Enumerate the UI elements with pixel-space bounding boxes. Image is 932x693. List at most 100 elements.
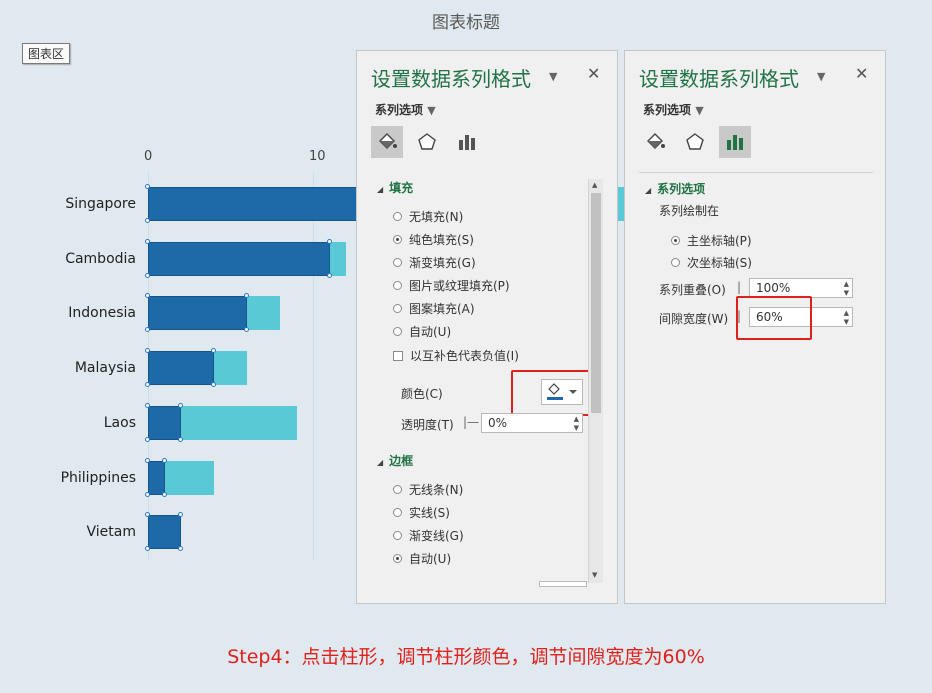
radio-label: 图案填充(A): [409, 302, 475, 316]
category-label: Philippines: [60, 469, 136, 486]
bar-primary[interactable]: [148, 351, 214, 386]
selection-handle[interactable]: [161, 491, 167, 497]
series-options-label: 系列选项: [375, 103, 424, 117]
radio-button[interactable]: [393, 531, 402, 540]
radio-button[interactable]: [393, 304, 402, 313]
radio-option[interactable]: 次坐标轴(S): [671, 254, 752, 271]
overlap-spinner[interactable]: 100% ▲ ▼: [749, 278, 853, 298]
selection-handle[interactable]: [145, 546, 150, 552]
selection-handle[interactable]: [145, 218, 150, 223]
radio-button[interactable]: [393, 508, 402, 517]
checkbox[interactable]: [393, 350, 403, 361]
radio-button[interactable]: [393, 554, 402, 563]
slider-icon[interactable]: |—: [463, 415, 479, 429]
scroll-up-icon[interactable]: ▲: [592, 181, 597, 189]
fill-line-tab[interactable]: [639, 126, 671, 158]
radio-option[interactable]: 主坐标轴(P): [671, 232, 752, 249]
transparency-spinner[interactable]: 0% ▲ ▼: [481, 413, 583, 433]
spinner-arrows-icon[interactable]: ▲ ▼: [844, 309, 849, 327]
radio-option[interactable]: 自动(U): [393, 323, 451, 340]
selection-handle[interactable]: [326, 238, 332, 244]
series-options-label: 系列选项: [643, 103, 692, 117]
selection-handle[interactable]: [211, 382, 216, 388]
fill-section-header[interactable]: ◢ 填充: [377, 179, 413, 196]
category-label: Laos: [103, 414, 136, 431]
category-label: Indonesia: [68, 305, 136, 322]
selection-handle[interactable]: [145, 491, 150, 497]
overlap-label: 系列重叠(O): [659, 283, 726, 297]
selection-handle[interactable]: [178, 402, 183, 408]
radio-button[interactable]: [393, 258, 402, 267]
radio-button[interactable]: [393, 212, 402, 221]
panel-menu-caret[interactable]: ▼: [817, 70, 825, 83]
selection-handle[interactable]: [145, 184, 150, 189]
radio-option[interactable]: 图案填充(A): [393, 300, 475, 317]
radio-button[interactable]: [393, 281, 402, 290]
category-label: Singapore: [65, 196, 136, 212]
scroll-down-icon[interactable]: ▼: [592, 571, 597, 579]
effects-tab[interactable]: [679, 126, 711, 158]
bar-primary[interactable]: [148, 241, 330, 276]
selection-handle[interactable]: [161, 457, 167, 463]
panel-scrollbar[interactable]: ▲ ▼: [588, 179, 603, 583]
radio-button[interactable]: [393, 485, 402, 494]
panel-title: 设置数据系列格式: [371, 67, 531, 91]
border-section-header[interactable]: ◢ 边框: [377, 452, 413, 469]
gridline: [313, 172, 314, 560]
radio-label: 实线(S): [409, 506, 450, 520]
slider-icon[interactable]: |: [737, 280, 741, 294]
spinner-arrows-icon[interactable]: ▲ ▼: [574, 415, 579, 433]
series-options-dropdown[interactable]: 系列选项 ▼: [643, 101, 704, 118]
bar-primary[interactable]: [148, 296, 247, 331]
selection-handle[interactable]: [145, 238, 150, 244]
selection-handle[interactable]: [178, 436, 183, 442]
radio-option[interactable]: 渐变填充(G): [393, 254, 476, 271]
selection-handle[interactable]: [326, 272, 332, 278]
series-options-dropdown[interactable]: 系列选项 ▼: [375, 101, 436, 118]
selection-handle[interactable]: [145, 436, 150, 442]
radio-label: 渐变填充(G): [409, 256, 476, 270]
radio-label: 自动(U): [409, 325, 452, 339]
radio-option[interactable]: 无填充(N): [393, 208, 463, 225]
panel-menu-caret[interactable]: ▼: [549, 70, 557, 83]
selection-handle[interactable]: [145, 457, 150, 463]
radio-label: 无线条(N): [409, 483, 464, 497]
radio-option[interactable]: 图片或纹理填充(P): [393, 277, 510, 294]
close-icon[interactable]: ✕: [587, 64, 600, 83]
selection-handle[interactable]: [145, 382, 150, 388]
series-options-tab[interactable]: [451, 126, 483, 158]
selection-handle[interactable]: [178, 546, 183, 552]
selection-handle[interactable]: [145, 272, 150, 278]
series-options-tab[interactable]: [719, 126, 751, 158]
invert-negative-checkbox[interactable]: 以互补色代表负值(I): [393, 347, 519, 364]
bar-chart-icon: [727, 135, 743, 150]
fill-line-tab[interactable]: [371, 126, 403, 158]
radio-option[interactable]: 纯色填充(S): [393, 231, 474, 248]
radio-option[interactable]: 自动(U): [393, 550, 451, 567]
radio-button[interactable]: [671, 258, 680, 267]
category-label: Cambodia: [65, 250, 136, 267]
plot-on-label: 系列绘制在: [659, 204, 720, 218]
x-tick-label: 10: [309, 149, 326, 164]
chart-title[interactable]: 图表标题: [0, 8, 932, 33]
selection-handle[interactable]: [145, 402, 150, 408]
bar-primary[interactable]: [148, 405, 181, 440]
selection-handle[interactable]: [244, 327, 249, 333]
bar-primary[interactable]: [148, 460, 165, 495]
radio-button[interactable]: [671, 236, 680, 245]
gap-width-label: 间隙宽度(W): [659, 312, 729, 326]
spinner-arrows-icon[interactable]: ▲ ▼: [844, 280, 849, 298]
radio-option[interactable]: 无线条(N): [393, 481, 463, 498]
category-label: Malaysia: [74, 360, 136, 377]
effects-tab[interactable]: [411, 126, 443, 158]
radio-button[interactable]: [393, 235, 402, 244]
selection-handle[interactable]: [145, 327, 150, 333]
series-options-section-header[interactable]: ◢ 系列选项: [645, 180, 705, 197]
selection-handle[interactable]: [178, 512, 183, 518]
scroll-thumb[interactable]: [591, 193, 601, 413]
close-icon[interactable]: ✕: [855, 64, 868, 83]
radio-button[interactable]: [393, 327, 402, 336]
bar-primary[interactable]: [148, 515, 181, 550]
radio-option[interactable]: 渐变线(G): [393, 527, 464, 544]
radio-option[interactable]: 实线(S): [393, 504, 450, 521]
